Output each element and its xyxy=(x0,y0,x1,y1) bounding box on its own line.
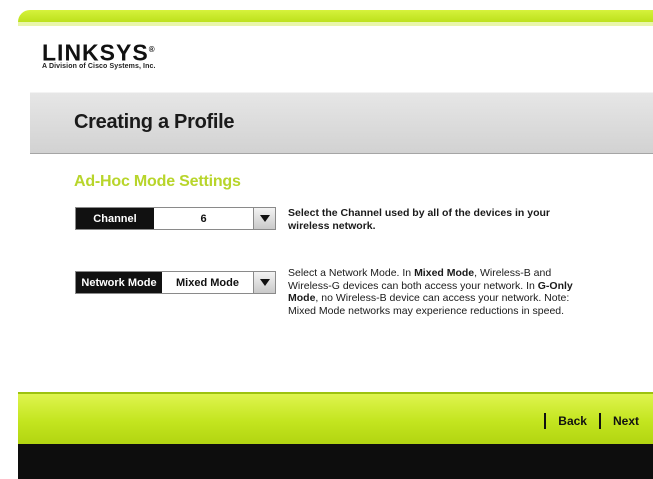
logo-tagline: A Division of Cisco Systems, Inc. xyxy=(42,63,156,70)
wizard-navigation: Back Next xyxy=(532,413,639,429)
network-mode-select[interactable]: Network Mode Mixed Mode xyxy=(75,271,276,294)
channel-dropdown-button[interactable] xyxy=(253,208,275,229)
channel-help-text: Select the Channel used by all of the de… xyxy=(288,207,550,232)
content-area: Ad-Hoc Mode Settings Channel 6 Select th… xyxy=(30,154,653,394)
logo-text: LINKSYS xyxy=(42,39,149,66)
channel-label: Channel xyxy=(76,208,154,229)
help-mixed-mode: Mixed Mode xyxy=(414,267,475,279)
bottom-black-bar xyxy=(18,444,653,479)
channel-select[interactable]: Channel 6 xyxy=(75,207,276,230)
network-mode-value: Mixed Mode xyxy=(162,272,253,293)
footer-bar: Back Next xyxy=(18,394,653,444)
chevron-down-icon xyxy=(259,279,270,286)
linksys-logo: LINKSYS® xyxy=(42,38,156,65)
back-button[interactable]: Back xyxy=(558,414,587,428)
help-part: Select a Network Mode. In xyxy=(288,267,415,279)
network-mode-dropdown-button[interactable] xyxy=(253,272,275,293)
nav-separator xyxy=(544,413,547,429)
help-part: , no Wireless-B device can access your n… xyxy=(288,292,570,317)
chevron-down-icon xyxy=(259,215,270,222)
registered-mark: ® xyxy=(148,45,156,54)
section-heading: Ad-Hoc Mode Settings xyxy=(74,173,241,190)
network-mode-help-text: Select a Network Mode. In Mixed Mode, Wi… xyxy=(288,267,588,317)
channel-value: 6 xyxy=(154,208,253,229)
bottom-left-margin xyxy=(0,394,18,479)
network-mode-label: Network Mode xyxy=(76,272,162,293)
nav-separator xyxy=(598,413,601,429)
page-title: Creating a Profile xyxy=(74,111,235,133)
left-rail xyxy=(18,26,30,394)
wizard-window: LINKSYS® A Division of Cisco Systems, In… xyxy=(0,0,653,479)
next-button[interactable]: Next xyxy=(613,414,639,428)
header: LINKSYS® A Division of Cisco Systems, In… xyxy=(30,26,653,92)
title-band: Creating a Profile xyxy=(30,92,653,155)
